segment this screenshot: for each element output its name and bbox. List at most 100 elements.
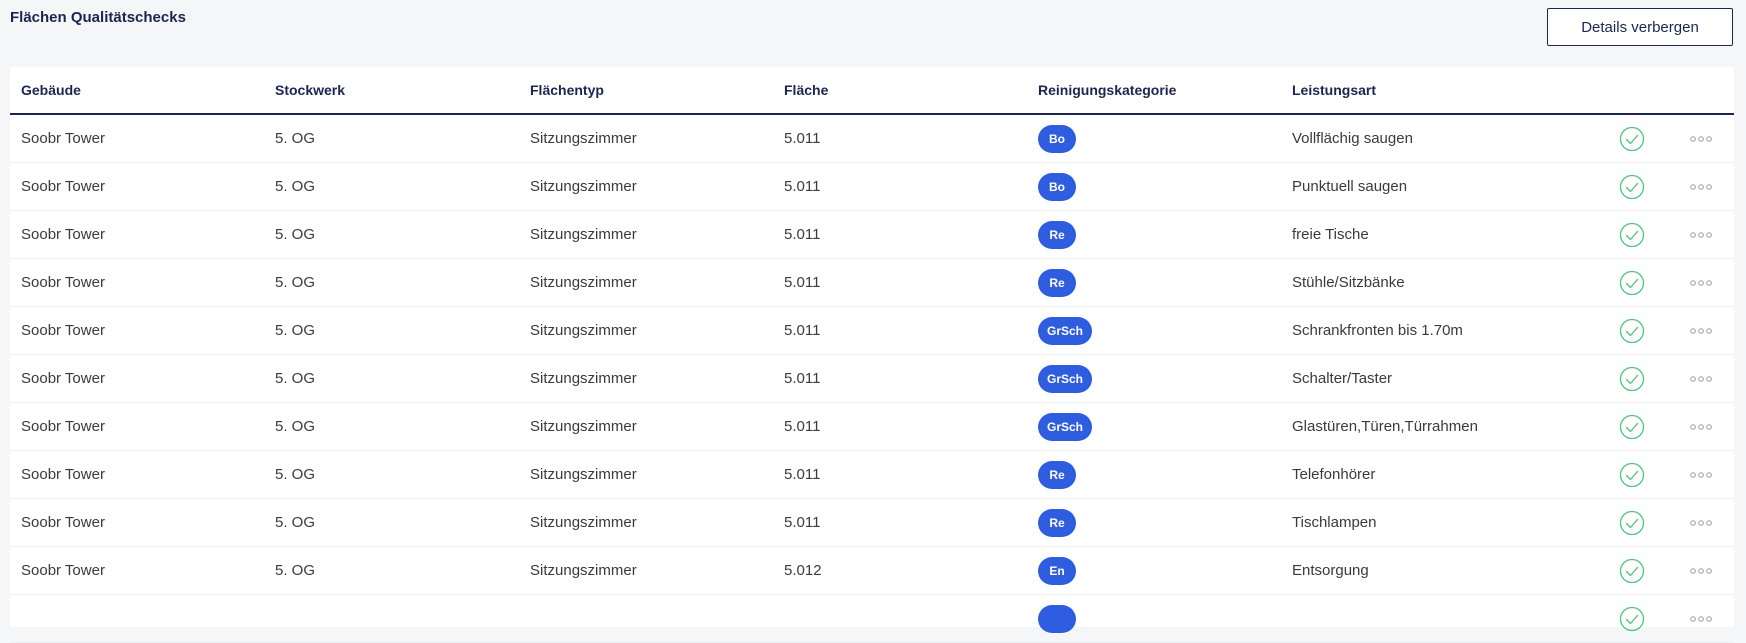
table-row[interactable]: Soobr Tower 5. OG Sitzungszimmer 5.011 B… <box>10 163 1734 211</box>
more-horizontal-icon[interactable] <box>1689 279 1713 287</box>
check-circle-icon <box>1619 126 1645 152</box>
check-circle-icon <box>1619 558 1645 584</box>
cell-flaechentyp: Sitzungszimmer <box>530 178 637 195</box>
cell-reinigungskategorie: En <box>1038 547 1076 595</box>
cell-reinigungskategorie <box>1038 595 1076 643</box>
cell-gebaeude: Soobr Tower <box>21 130 105 147</box>
category-badge: Re <box>1038 461 1076 489</box>
category-badge: Bo <box>1038 125 1076 153</box>
table-row[interactable]: Soobr Tower 5. OG Sitzungszimmer 5.011 R… <box>10 451 1734 499</box>
check-circle-icon <box>1619 174 1645 200</box>
check-circle-icon <box>1619 366 1645 392</box>
cell-flaeche: 5.011 <box>784 226 821 243</box>
cell-gebaeude: Soobr Tower <box>21 226 105 243</box>
cell-flaeche: 5.011 <box>784 322 821 339</box>
cell-stockwerk: 5. OG <box>275 514 316 531</box>
more-horizontal-icon[interactable] <box>1689 375 1713 383</box>
cell-reinigungskategorie: Bo <box>1038 115 1076 163</box>
table-row[interactable]: Soobr Tower 5. OG Sitzungszimmer 5.011 R… <box>10 499 1734 547</box>
category-badge: Re <box>1038 509 1076 537</box>
table-body: Soobr Tower 5. OG Sitzungszimmer 5.011 B… <box>10 115 1734 643</box>
details-toggle-button[interactable]: Details verbergen <box>1547 8 1733 46</box>
cell-reinigungskategorie: GrSch <box>1038 403 1093 451</box>
cell-gebaeude: Soobr Tower <box>21 322 105 339</box>
table-row[interactable]: Soobr Tower 5. OG Sitzungszimmer 5.011 G… <box>10 307 1734 355</box>
cell-stockwerk: 5. OG <box>275 178 316 195</box>
quality-checks-table: Gebäude Stockwerk Flächentyp Fläche Rein… <box>10 67 1734 643</box>
cell-leistungsart: Telefonhörer <box>1292 466 1376 483</box>
table-row[interactable]: Soobr Tower 5. OG Sitzungszimmer 5.011 G… <box>10 403 1734 451</box>
column-header-gebaeude[interactable]: Gebäude <box>21 67 81 113</box>
more-horizontal-icon[interactable] <box>1689 135 1713 143</box>
column-header-flaeche[interactable]: Fläche <box>784 67 828 113</box>
cell-leistungsart: Glastüren,Türen,Türrahmen <box>1292 418 1478 435</box>
table-row[interactable]: Soobr Tower 5. OG Sitzungszimmer 5.012 E… <box>10 547 1734 595</box>
check-circle-icon <box>1619 270 1645 296</box>
check-circle-icon <box>1619 318 1645 344</box>
table-row[interactable]: Soobr Tower 5. OG Sitzungszimmer 5.011 B… <box>10 115 1734 163</box>
check-circle-icon <box>1619 414 1645 440</box>
check-circle-icon <box>1619 462 1645 488</box>
check-circle-icon <box>1619 510 1645 536</box>
table-row[interactable]: Soobr Tower 5. OG Sitzungszimmer 5.011 R… <box>10 259 1734 307</box>
cell-leistungsart: Stühle/Sitzbänke <box>1292 274 1405 291</box>
cell-flaeche: 5.011 <box>784 274 821 291</box>
more-horizontal-icon[interactable] <box>1689 231 1713 239</box>
cell-flaechentyp: Sitzungszimmer <box>530 130 637 147</box>
column-header-leistungsart[interactable]: Leistungsart <box>1292 67 1376 113</box>
cell-flaeche: 5.011 <box>784 418 821 435</box>
cell-leistungsart: freie Tische <box>1292 226 1369 243</box>
cell-flaeche: 5.012 <box>784 562 822 579</box>
cell-stockwerk: 5. OG <box>275 322 316 339</box>
more-horizontal-icon[interactable] <box>1689 567 1713 575</box>
category-badge: Bo <box>1038 173 1076 201</box>
table-row[interactable]: Soobr Tower 5. OG Sitzungszimmer 5.011 R… <box>10 211 1734 259</box>
cell-flaechentyp: Sitzungszimmer <box>530 226 637 243</box>
cell-flaechentyp: Sitzungszimmer <box>530 322 637 339</box>
cell-stockwerk: 5. OG <box>275 370 316 387</box>
column-header-reinigungskategorie[interactable]: Reinigungskategorie <box>1038 67 1176 113</box>
cell-reinigungskategorie: Re <box>1038 211 1076 259</box>
cell-flaechentyp: Sitzungszimmer <box>530 418 637 435</box>
page-title: Flächen Qualitätschecks <box>10 9 186 26</box>
cell-stockwerk: 5. OG <box>275 130 316 147</box>
check-circle-icon <box>1619 606 1645 632</box>
cell-leistungsart: Vollflächig saugen <box>1292 130 1413 147</box>
cell-reinigungskategorie: Bo <box>1038 163 1076 211</box>
cell-leistungsart: Punktuell saugen <box>1292 178 1408 195</box>
column-header-flaechentyp[interactable]: Flächentyp <box>530 67 604 113</box>
more-horizontal-icon[interactable] <box>1689 519 1713 527</box>
cell-gebaeude: Soobr Tower <box>21 418 105 435</box>
table-row[interactable]: Soobr Tower 5. OG Sitzungszimmer 5.011 G… <box>10 355 1734 403</box>
category-badge: GrSch <box>1038 365 1093 393</box>
cell-flaechentyp: Sitzungszimmer <box>530 514 637 531</box>
cell-flaeche: 5.011 <box>784 370 821 387</box>
column-header-stockwerk[interactable]: Stockwerk <box>275 67 345 113</box>
cell-leistungsart: Schrankfronten bis 1.70m <box>1292 322 1463 339</box>
cell-stockwerk: 5. OG <box>275 466 316 483</box>
cell-reinigungskategorie: GrSch <box>1038 355 1093 403</box>
category-badge: GrSch <box>1038 413 1093 441</box>
cell-flaeche: 5.011 <box>784 514 821 531</box>
more-horizontal-icon[interactable] <box>1689 183 1713 191</box>
category-badge: En <box>1038 557 1076 585</box>
cell-gebaeude: Soobr Tower <box>21 274 105 291</box>
cell-stockwerk: 5. OG <box>275 562 316 579</box>
cell-flaechentyp: Sitzungszimmer <box>530 370 637 387</box>
cell-flaeche: 5.011 <box>784 130 821 147</box>
cell-reinigungskategorie: Re <box>1038 499 1076 547</box>
cell-leistungsart: Tischlampen <box>1292 514 1377 531</box>
cell-gebaeude: Soobr Tower <box>21 178 105 195</box>
cell-flaeche: 5.011 <box>784 178 821 195</box>
cell-stockwerk: 5. OG <box>275 274 316 291</box>
cell-gebaeude: Soobr Tower <box>21 370 105 387</box>
cell-leistungsart: Schalter/Taster <box>1292 370 1393 387</box>
category-badge: Re <box>1038 269 1076 297</box>
more-horizontal-icon[interactable] <box>1689 423 1713 431</box>
cell-stockwerk: 5. OG <box>275 226 316 243</box>
cell-reinigungskategorie: Re <box>1038 451 1076 499</box>
more-horizontal-icon[interactable] <box>1689 327 1713 335</box>
table-row[interactable] <box>10 595 1734 643</box>
cell-reinigungskategorie: Re <box>1038 259 1076 307</box>
more-horizontal-icon[interactable] <box>1689 471 1713 479</box>
